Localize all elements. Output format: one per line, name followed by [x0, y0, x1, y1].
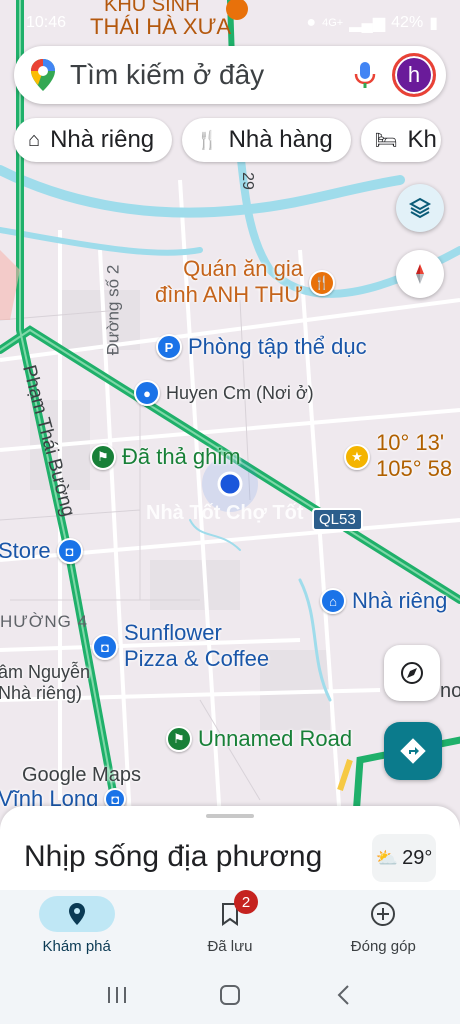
- poi-dropped-pin[interactable]: ⚑ Đã thả ghim: [90, 444, 241, 470]
- poi-lam-nguyen[interactable]: âm Nguyễn Nhà riêng): [0, 662, 90, 704]
- chip-restaurants-label: Nhà hàng: [228, 126, 333, 153]
- ward-label: HƯỜNG 4: [0, 612, 89, 631]
- recents-icon: [107, 987, 126, 1003]
- cafe-bag-icon: ◘: [92, 634, 118, 660]
- nav-contribute[interactable]: Đóng góp: [307, 890, 460, 966]
- avatar[interactable]: h: [392, 53, 436, 97]
- chip-hotels[interactable]: 🛏 Kh: [360, 118, 441, 162]
- nav-contribute-icon-wrap: [345, 896, 421, 932]
- recents-button[interactable]: [97, 975, 137, 1015]
- location-status-icon: ●: [306, 14, 317, 31]
- star-icon: ★: [344, 444, 370, 470]
- compass-icon: [416, 264, 424, 284]
- nav-saved[interactable]: 2 Đã lưu: [153, 890, 306, 966]
- chip-home-label: Nhà riêng: [50, 126, 155, 153]
- compass-button[interactable]: [396, 250, 444, 298]
- poi-home-right[interactable]: ⌂ Nhà riêng: [320, 588, 447, 614]
- nav-explore-label: Khám phá: [42, 938, 111, 955]
- back-button[interactable]: [323, 975, 363, 1015]
- battery-icon: ▮: [429, 15, 438, 32]
- bottom-navigation: Khám phá 2 Đã lưu Đóng góp: [0, 890, 460, 966]
- chip-home[interactable]: ⌂ Nhà riêng: [14, 118, 173, 162]
- flag-icon: ⚑: [90, 444, 116, 470]
- poi-store[interactable]: Store ◘: [0, 538, 83, 564]
- restaurant-icon: 🍴: [309, 270, 335, 296]
- poi-dropped-pin-label: Đã thả ghim: [122, 444, 241, 469]
- search-bar[interactable]: Tìm kiếm ở đây h: [14, 46, 446, 104]
- nav-explore-icon-wrap: [38, 896, 115, 932]
- system-navigation-bar: [0, 966, 460, 1024]
- directions-icon: [400, 738, 426, 764]
- poi-sunflower[interactable]: ◘ Sunflower Pizza & Coffee: [92, 620, 269, 672]
- poi-home-right-label: Nhà riêng: [352, 588, 448, 613]
- poi-gym[interactable]: P Phòng tập thể dục: [156, 334, 367, 360]
- screen: KHU SINH THÁI HÀ XƯA 29 Đường số 2 Phạm …: [0, 0, 460, 1024]
- explore-pin-icon: [68, 903, 85, 925]
- partial-label-right: no: [440, 680, 460, 702]
- road-number-29: 29: [238, 172, 256, 190]
- nav-contribute-label: Đóng góp: [350, 938, 416, 955]
- poi-unnamed-road[interactable]: ⚑ Unnamed Road: [166, 726, 352, 752]
- category-chips: ⌂ Nhà riêng 🍴 Nhà hàng 🛏 Kh: [14, 118, 441, 162]
- nav-explore[interactable]: Khám phá: [0, 890, 153, 966]
- location-crosshair-icon: [401, 662, 423, 684]
- poi-home-huyen[interactable]: ● Huyen Cm (Nơi ở): [134, 380, 314, 406]
- poi-sunflower-line2: Pizza & Coffee: [124, 646, 270, 671]
- poi-restaurant-anh-thu[interactable]: Quán ăn gia đình ANH THƯ 🍴: [155, 256, 335, 308]
- gym-icon: P: [156, 334, 182, 360]
- restaurant-icon: 🍴: [196, 129, 219, 150]
- sheet-title: Nhịp sống địa phương: [24, 840, 323, 873]
- layers-button[interactable]: [396, 184, 444, 232]
- coordinate-line2: 105° 58: [376, 456, 453, 481]
- shopping-bag-icon: ◘: [56, 538, 83, 564]
- partly-cloudy-icon: ⛅: [375, 847, 399, 868]
- home-icon: ⌂: [28, 128, 41, 151]
- poi-restaurant-line2: đình ANH THƯ: [155, 282, 303, 307]
- my-location-button[interactable]: [384, 645, 440, 701]
- sheet-drag-handle[interactable]: [206, 814, 254, 818]
- home-square-icon: [219, 985, 240, 1005]
- poi-coordinates[interactable]: ★ 10° 13' 105° 58: [344, 430, 452, 482]
- poi-home-huyen-label: Huyen Cm (Nơi ở): [166, 382, 314, 403]
- street-label-duong-so-2: Đường số 2: [103, 264, 123, 356]
- signal-icon: ▂▄▆: [349, 15, 386, 32]
- saved-badge: 2: [233, 890, 258, 914]
- poi-lam-nguyen-line2: Nhà riêng): [0, 683, 83, 703]
- weather-temperature: 29°: [402, 846, 433, 869]
- poi-gym-label: Phòng tập thể dục: [188, 334, 367, 359]
- directions-button[interactable]: [384, 722, 442, 780]
- status-icons: ● 4G+ ▂▄▆ 42% ▮: [306, 13, 438, 33]
- person-home-icon: ●: [134, 380, 160, 406]
- google-maps-logo: Google Maps: [22, 764, 141, 786]
- back-chevron-icon: [337, 985, 350, 1005]
- flag-icon: ⚑: [166, 726, 192, 752]
- chip-restaurants[interactable]: 🍴 Nhà hàng: [182, 118, 351, 162]
- nav-saved-label: Đã lưu: [207, 938, 253, 955]
- chip-hotels-label: Kh: [407, 126, 437, 153]
- watermark: Nhà Tốt Chợ Tốt: [146, 502, 304, 524]
- add-circle-icon: [371, 902, 396, 926]
- nav-saved-icon-wrap: 2: [192, 890, 268, 932]
- battery-percent: 42%: [391, 14, 424, 31]
- poi-store-label: Store: [0, 538, 51, 563]
- poi-unnamed-road-label: Unnamed Road: [198, 726, 353, 751]
- search-input[interactable]: Tìm kiếm ở đây: [70, 59, 352, 91]
- microphone-icon[interactable]: [352, 60, 378, 90]
- poi-restaurant-line1: Quán ăn gia: [183, 256, 303, 281]
- google-maps-pin-icon: [31, 59, 55, 91]
- bottom-sheet[interactable]: Nhịp sống địa phương ⛅ 29°: [0, 806, 460, 898]
- coordinate-line1: 10° 13': [376, 430, 445, 455]
- layers-icon: [408, 197, 432, 219]
- status-bar: 10:46 ● 4G+ ▂▄▆ 42% ▮: [0, 0, 460, 46]
- route-badge-ql53: QL53: [312, 508, 363, 531]
- home-button[interactable]: [210, 975, 250, 1015]
- poi-lam-nguyen-line1: âm Nguyễn: [0, 662, 91, 682]
- network-type: 4G+: [322, 17, 344, 29]
- status-time: 10:46: [26, 14, 67, 31]
- poi-sunflower-line1: Sunflower: [124, 620, 222, 645]
- weather-chip[interactable]: ⛅ 29°: [372, 834, 436, 882]
- hotel-icon: 🛏: [374, 129, 398, 150]
- home-icon: ⌂: [320, 588, 346, 614]
